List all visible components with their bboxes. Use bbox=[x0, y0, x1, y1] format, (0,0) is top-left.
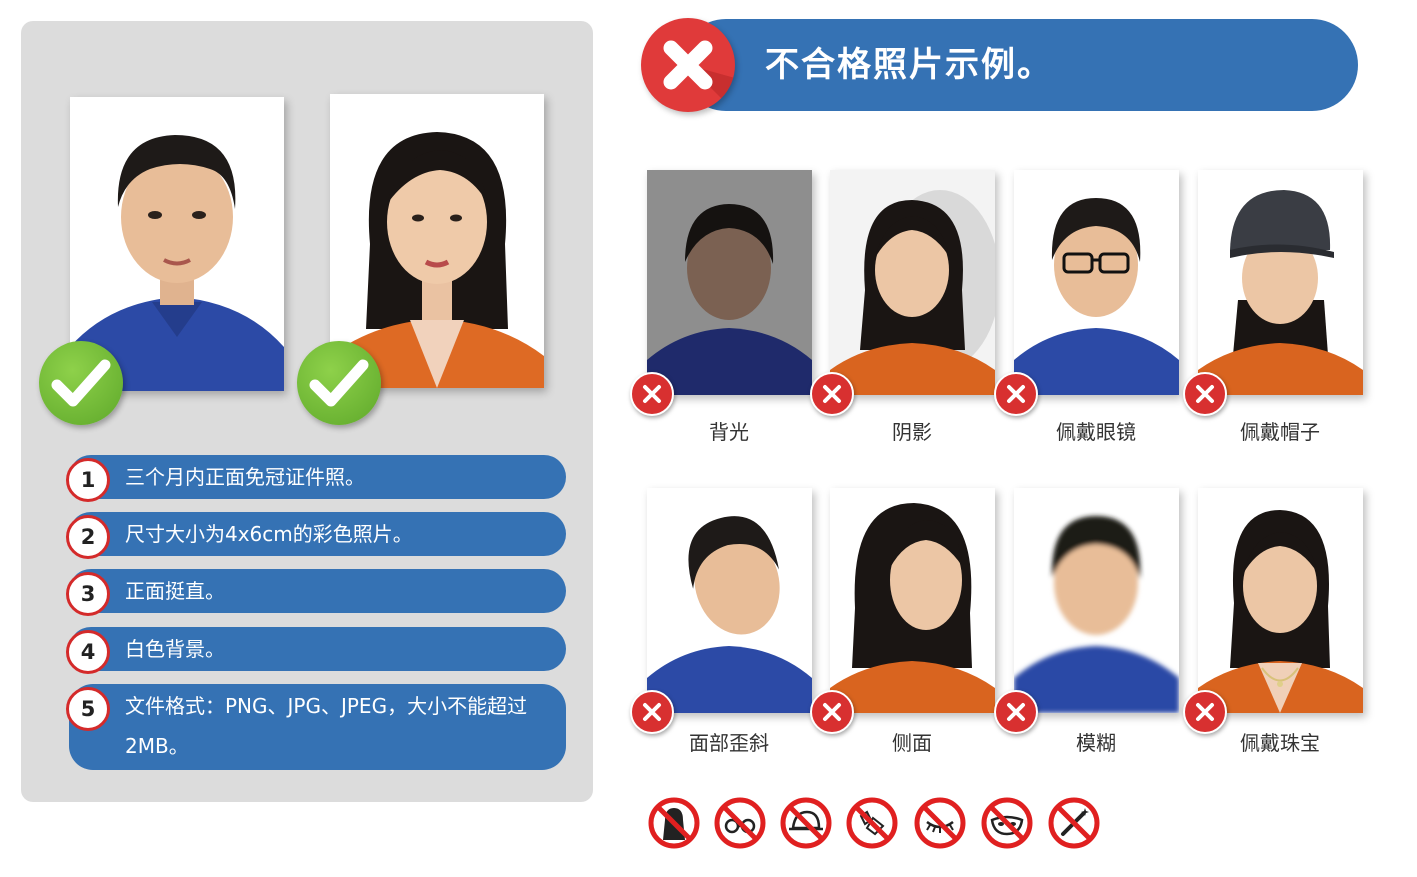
bad-photo-hat bbox=[1198, 170, 1363, 395]
requirement-text: 文件格式：PNG、JPG、JPEG，大小不能超过2MB。 bbox=[125, 694, 528, 758]
bad-photo-tilted-face bbox=[647, 488, 812, 713]
no-hair-covering-icon bbox=[647, 796, 701, 850]
no-glasses-icon bbox=[713, 796, 767, 850]
rejected-x-icon bbox=[641, 18, 735, 112]
good-photo-panel: 1 三个月内正面免冠证件照。 2 尺寸大小为4x6cm的彩色照片。 3 正面挺直… bbox=[21, 21, 593, 802]
bad-photo-jewelry bbox=[1198, 488, 1363, 713]
requirement-number: 2 bbox=[66, 515, 110, 559]
requirement-text: 尺寸大小为4x6cm的彩色照片。 bbox=[125, 522, 413, 546]
good-photo-woman bbox=[330, 94, 544, 388]
no-editing-icon bbox=[1047, 796, 1101, 850]
bad-example-caption: 佩戴帽子 bbox=[1240, 420, 1320, 444]
bad-photo-shadow bbox=[830, 170, 995, 395]
requirement-number: 4 bbox=[66, 630, 110, 674]
rejected-x-icon bbox=[630, 372, 674, 416]
requirement-text: 三个月内正面免冠证件照。 bbox=[125, 465, 365, 489]
no-earrings-icon bbox=[845, 796, 899, 850]
requirement-item: 4 白色背景。 bbox=[66, 627, 566, 674]
requirement-number: 5 bbox=[66, 687, 110, 731]
rejected-x-icon bbox=[994, 372, 1038, 416]
no-hat-icon bbox=[779, 796, 833, 850]
bad-example-caption: 侧面 bbox=[892, 731, 932, 755]
rejected-examples-header: 不合格照片示例。 bbox=[680, 19, 1358, 111]
rejected-x-icon bbox=[810, 372, 854, 416]
page-title: 不合格照片示例。 bbox=[765, 45, 1053, 85]
bad-example-caption: 佩戴眼镜 bbox=[1056, 420, 1136, 444]
requirement-text: 白色背景。 bbox=[125, 637, 225, 661]
requirement-number: 1 bbox=[66, 458, 110, 502]
bad-photo-side-profile bbox=[830, 488, 995, 713]
requirement-item: 2 尺寸大小为4x6cm的彩色照片。 bbox=[66, 512, 566, 559]
approved-check-icon bbox=[39, 341, 123, 425]
bad-example-caption: 背光 bbox=[709, 420, 749, 444]
requirement-number: 3 bbox=[66, 572, 110, 616]
approved-check-icon bbox=[297, 341, 381, 425]
requirement-item: 5 文件格式：PNG、JPG、JPEG，大小不能超过2MB。 bbox=[66, 684, 566, 770]
bad-example-caption: 阴影 bbox=[892, 420, 932, 444]
no-false-eyelashes-icon bbox=[913, 796, 967, 850]
requirement-item: 1 三个月内正面免冠证件照。 bbox=[66, 455, 566, 502]
bad-example-caption: 面部歪斜 bbox=[689, 731, 769, 755]
bad-photo-backlight bbox=[647, 170, 812, 395]
rejected-x-icon bbox=[1183, 372, 1227, 416]
bad-example-caption: 佩戴珠宝 bbox=[1240, 731, 1320, 755]
no-mask-icon bbox=[980, 796, 1034, 850]
requirement-item: 3 正面挺直。 bbox=[66, 569, 566, 616]
bad-photo-glasses bbox=[1014, 170, 1179, 395]
bad-example-caption: 模糊 bbox=[1076, 731, 1116, 755]
bad-photo-blurry bbox=[1014, 488, 1179, 713]
requirement-text: 正面挺直。 bbox=[125, 579, 225, 603]
